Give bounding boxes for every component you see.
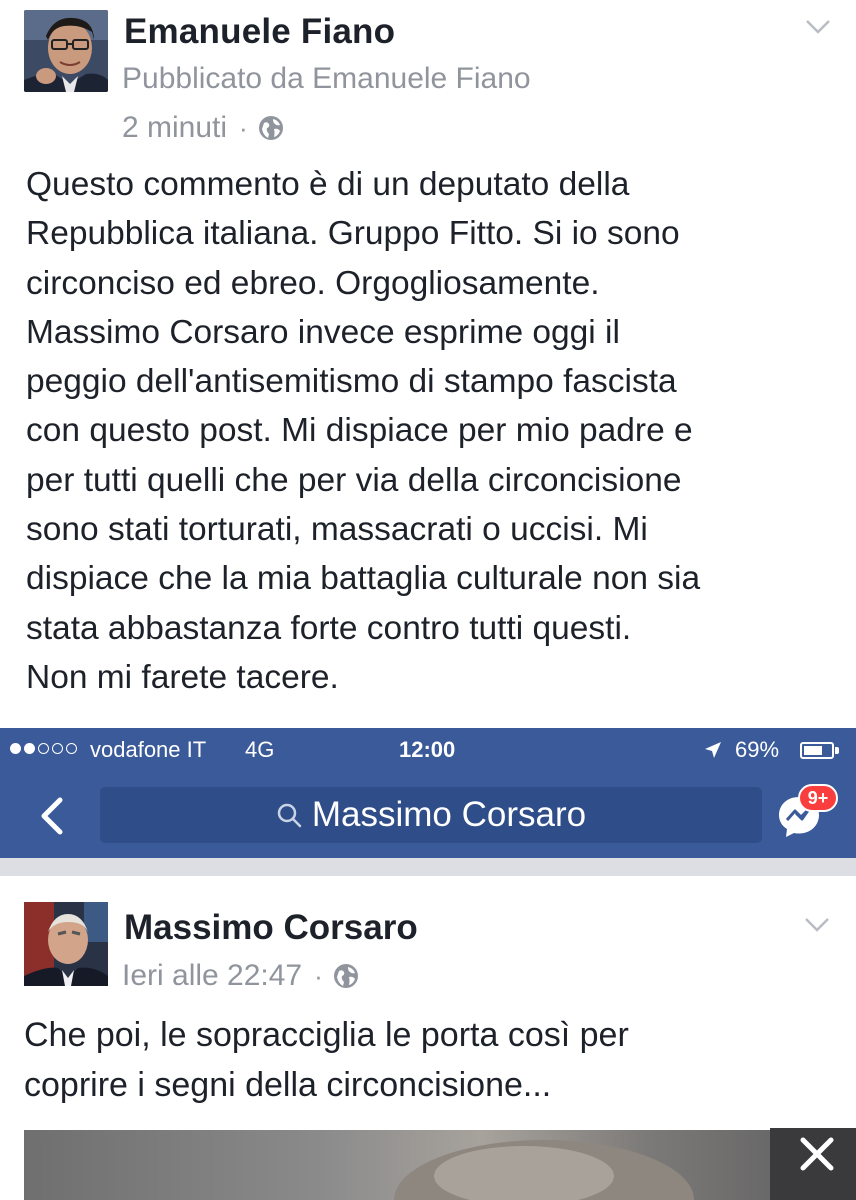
status-bar: vodafone IT 4G 12:00 69% bbox=[0, 728, 856, 772]
quoted-post-text-line: coprire i segni della circoncisione... bbox=[24, 1066, 552, 1104]
post-text-line: peggio dell'antisemitismo di stampo fasc… bbox=[26, 363, 677, 401]
feed-gap bbox=[0, 858, 856, 876]
battery-percentage: 69% bbox=[735, 737, 780, 762]
quoted-post-text-line: Che poi, le sopracciglia le porta così p… bbox=[24, 1016, 629, 1054]
author-avatar[interactable] bbox=[24, 10, 108, 92]
signal-strength-icon bbox=[10, 743, 77, 754]
quoted-post-meta: Ieri alle 22:47 · bbox=[122, 956, 359, 996]
facebook-nav-bar: Massimo Corsaro 9+ bbox=[0, 772, 856, 858]
chevron-down-icon[interactable] bbox=[804, 916, 830, 934]
carrier-name: vodafone IT bbox=[90, 737, 207, 762]
post-text-line: Questo commento è di un deputato della bbox=[26, 166, 630, 203]
quoted-author-avatar[interactable] bbox=[24, 902, 108, 986]
chevron-down-icon[interactable] bbox=[805, 18, 831, 36]
signal-dot bbox=[52, 743, 63, 754]
published-by: Pubblicato da Emanuele Fiano bbox=[122, 62, 531, 95]
post-time[interactable]: 2 minuti bbox=[122, 111, 227, 145]
post-text: Questo commento è di un deputato della R… bbox=[26, 160, 846, 702]
quoted-post-photo[interactable] bbox=[24, 1130, 856, 1200]
meta-separator: · bbox=[314, 960, 323, 991]
battery-fill bbox=[804, 746, 822, 755]
battery-icon bbox=[800, 742, 839, 759]
meta-separator: · bbox=[239, 112, 248, 143]
post-text-line: circonciso ed ebreo. Orgogliosamente. bbox=[26, 264, 600, 302]
network-type: 4G bbox=[245, 737, 275, 762]
signal-dot bbox=[10, 743, 21, 754]
location-arrow-icon bbox=[705, 742, 721, 758]
globe-icon bbox=[258, 116, 283, 140]
post-text-line: stata abbastanza forte contro tutti ques… bbox=[26, 609, 632, 647]
back-arrow-icon[interactable] bbox=[34, 794, 70, 838]
quoted-post-text: Che poi, le sopracciglia le porta così p… bbox=[24, 1010, 844, 1110]
outer-post: Emanuele Fiano Pubblicato da Emanuele Fi… bbox=[0, 0, 856, 728]
signal-dot bbox=[66, 743, 77, 754]
post-text-line: Repubblica italiana. Gruppo Fitto. Si io… bbox=[26, 215, 680, 253]
attached-screenshot[interactable]: vodafone IT 4G 12:00 69% Massimo Corsaro… bbox=[0, 728, 856, 1200]
search-icon bbox=[277, 803, 302, 828]
status-clock: 12:00 bbox=[399, 737, 456, 762]
post-text-line: per tutti quelli che per via della circo… bbox=[26, 461, 682, 499]
post-text-line: con questo post. Mi dispiace per mio pad… bbox=[26, 412, 693, 450]
signal-dot bbox=[38, 743, 49, 754]
signal-dot bbox=[24, 743, 35, 754]
post-text-line: sono stati torturati, massacrati o uccis… bbox=[26, 511, 648, 549]
close-icon[interactable] bbox=[770, 1128, 856, 1200]
battery-nub bbox=[835, 747, 839, 754]
quoted-post-time[interactable]: Ieri alle 22:47 bbox=[122, 959, 302, 993]
search-query: Massimo Corsaro bbox=[311, 795, 587, 834]
globe-icon bbox=[333, 964, 358, 988]
messenger-badge: 9+ bbox=[798, 784, 838, 812]
quoted-author-name[interactable]: Massimo Corsaro bbox=[124, 908, 418, 948]
search-field[interactable]: Massimo Corsaro bbox=[100, 787, 762, 843]
author-name[interactable]: Emanuele Fiano bbox=[124, 12, 395, 52]
post-text-line: Non mi farete tacere. bbox=[26, 658, 339, 696]
post-meta: 2 minuti · bbox=[122, 108, 284, 148]
post-text-line: dispiace che la mia battaglia culturale … bbox=[26, 560, 701, 598]
post-text-line: Massimo Corsaro invece esprime oggi il bbox=[26, 313, 620, 351]
quoted-post: Massimo Corsaro Ieri alle 22:47 · Che po… bbox=[0, 876, 856, 1200]
